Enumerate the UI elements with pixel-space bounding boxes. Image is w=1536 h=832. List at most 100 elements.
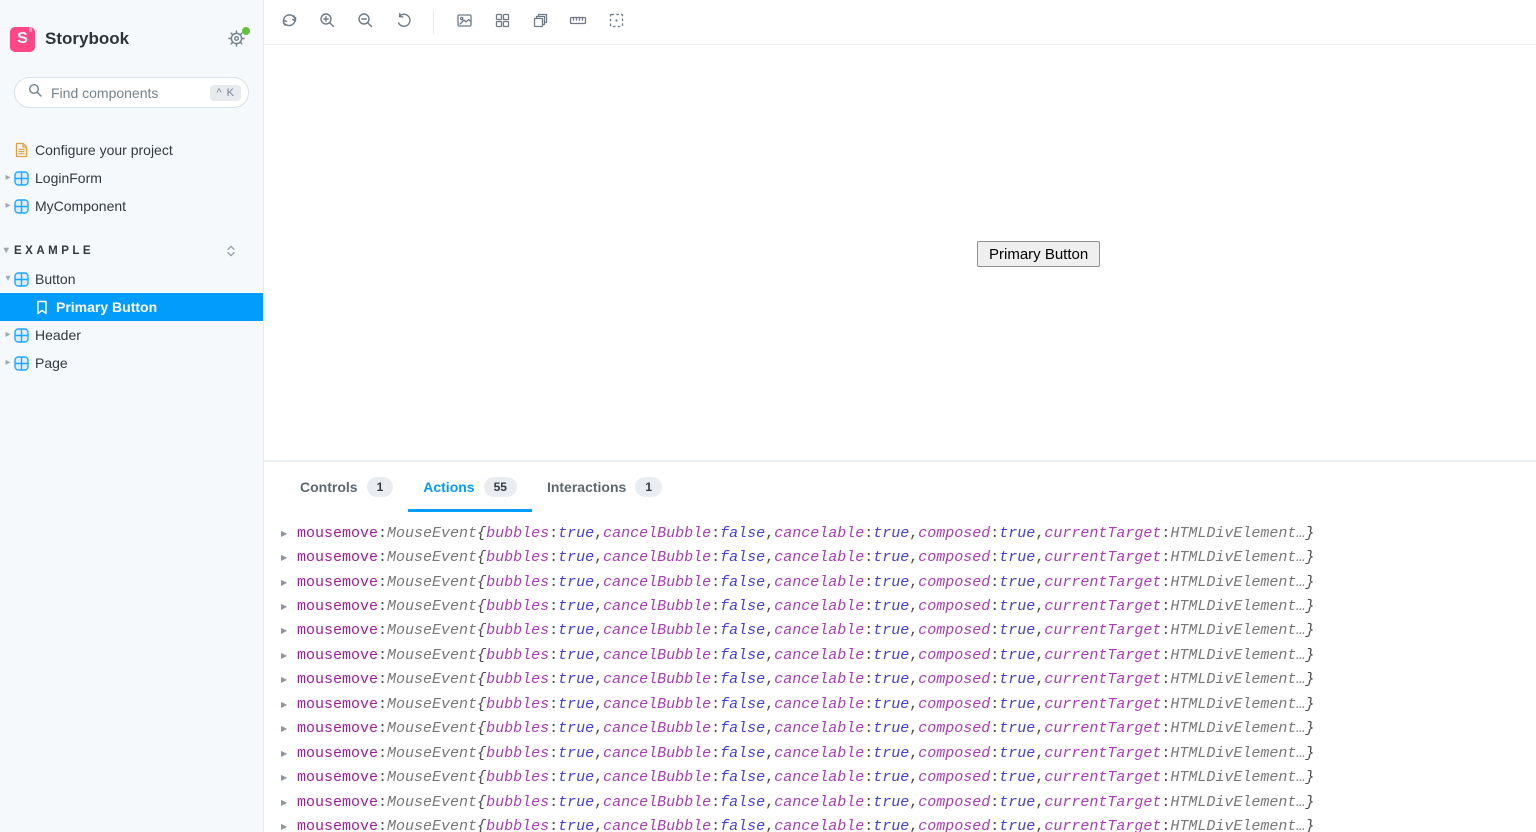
storybook-logo[interactable]: S [10, 26, 35, 52]
action-log-row[interactable]: ▶ mousemove: MouseEvent {bubbles: true, c… [281, 545, 1536, 569]
log-token-key: currentTarget [1044, 695, 1162, 713]
log-token-key: composed [918, 793, 991, 811]
log-token-key: cancelBubble [603, 769, 712, 787]
action-log-row[interactable]: ▶ mousemove: MouseEvent {bubbles: true, c… [281, 790, 1536, 814]
search-icon [28, 83, 42, 102]
action-log-row[interactable]: ▶ mousemove: MouseEvent {bubbles: true, c… [281, 741, 1536, 765]
action-log-row[interactable]: ▶ mousemove: MouseEvent {bubbles: true, c… [281, 765, 1536, 789]
sidebar-section-example[interactable]: ▾ EXAMPLE [0, 237, 263, 265]
settings-menu-button[interactable] [227, 27, 250, 49]
action-log-row[interactable]: ▶ mousemove: MouseEvent {bubbles: true, c… [281, 692, 1536, 716]
log-token-bool: true [873, 646, 910, 664]
action-log-row[interactable]: ▶ mousemove: MouseEvent {bubbles: true, c… [281, 814, 1536, 832]
log-token-punct: : [864, 695, 874, 713]
log-token-key: cancelable [774, 744, 865, 762]
log-token-key: cancelable [774, 720, 865, 738]
measure-button[interactable] [569, 14, 587, 30]
log-token-punct: , [909, 720, 919, 738]
log-token-punct: , [594, 720, 604, 738]
action-log-row[interactable]: ▶ mousemove: MouseEvent {bubbles: true, c… [281, 643, 1536, 667]
action-log-row[interactable]: ▶ mousemove: MouseEvent {bubbles: true, c… [281, 619, 1536, 643]
log-token-punct: , [594, 817, 604, 832]
sidebar-item-page[interactable]: ▸ Page [0, 349, 263, 377]
log-token-punct: , [909, 671, 919, 689]
log-token-punct: , [909, 524, 919, 542]
log-token-punct: : [549, 744, 559, 762]
log-token-bool: true [558, 524, 595, 542]
tab-controls[interactable]: Controls 1 [285, 462, 408, 512]
expand-triangle-icon[interactable]: ▶ [281, 675, 290, 684]
tab-interactions[interactable]: Interactions 1 [532, 462, 677, 512]
viewport-icon [532, 12, 549, 32]
grid-button[interactable] [494, 13, 510, 30]
log-token-punct: : [1161, 817, 1171, 832]
log-token-punct: : [990, 549, 1000, 567]
expand-triangle-icon[interactable]: ▶ [281, 626, 290, 635]
reset-zoom-button[interactable] [395, 12, 412, 32]
collapse-expand-all-icon[interactable] [225, 244, 237, 261]
brand-row: S Storybook [0, 26, 263, 52]
log-token-key: bubbles [486, 695, 550, 713]
outline-button[interactable] [608, 13, 624, 30]
log-token-key: cancelable [774, 646, 865, 664]
log-token-bool: true [873, 817, 910, 832]
background-button[interactable] [456, 14, 472, 30]
log-token-punct: : [711, 769, 721, 787]
action-log-row[interactable]: ▶ mousemove: MouseEvent {bubbles: true, c… [281, 668, 1536, 692]
log-token-key: cancelBubble [603, 646, 712, 664]
sidebar-item-mycomponent[interactable]: ▸ MyComponent [0, 192, 263, 220]
log-token-bool: true [999, 720, 1036, 738]
canvas-toolbar [264, 0, 1536, 45]
zoom-out-button[interactable] [357, 13, 373, 30]
log-token-punct: : [990, 598, 1000, 616]
log-token-punct: , [594, 671, 604, 689]
log-token-key: cancelable [774, 793, 865, 811]
log-token-punct: , [909, 817, 919, 832]
log-token-punct: , [1035, 671, 1045, 689]
primary-button-story[interactable]: Primary Button [977, 241, 1101, 267]
log-token-brace: { [477, 720, 487, 738]
log-token-name: mousemove [297, 695, 379, 713]
log-token-brace: } [1305, 622, 1315, 640]
expand-triangle-icon[interactable]: ▶ [281, 773, 290, 782]
log-token-object: HTMLDivElement… [1170, 817, 1306, 832]
reset-zoom-icon [395, 12, 412, 32]
expand-triangle-icon[interactable]: ▶ [281, 798, 290, 807]
action-log-row[interactable]: ▶ mousemove: MouseEvent {bubbles: true, c… [281, 594, 1536, 618]
expand-triangle-icon[interactable]: ▶ [281, 700, 290, 709]
remount-button[interactable] [281, 14, 297, 30]
expand-triangle-icon[interactable]: ▶ [281, 724, 290, 733]
action-log-row[interactable]: ▶ mousemove: MouseEvent {bubbles: true, c… [281, 570, 1536, 594]
log-token-brace: { [477, 769, 487, 787]
log-token-object: MouseEvent [387, 671, 478, 689]
expand-triangle-icon[interactable]: ▶ [281, 529, 290, 538]
sidebar-item-loginform[interactable]: ▸ LoginForm [0, 164, 263, 192]
sidebar-item-button[interactable]: ▾ Button [0, 265, 263, 293]
viewport-button[interactable] [532, 12, 549, 32]
expand-triangle-icon[interactable]: ▶ [281, 651, 290, 660]
action-log-row[interactable]: ▶ mousemove: MouseEvent {bubbles: true, c… [281, 521, 1536, 545]
expand-triangle-icon[interactable]: ▶ [281, 578, 290, 587]
log-token-key: bubbles [486, 793, 550, 811]
caret-down-icon: ▾ [5, 273, 11, 284]
log-token-key: cancelable [774, 622, 865, 640]
expand-triangle-icon[interactable]: ▶ [281, 602, 290, 611]
log-token-bool: true [999, 598, 1036, 616]
expand-triangle-icon[interactable]: ▶ [281, 553, 290, 562]
log-token-punct: : [549, 720, 559, 738]
sidebar-item-header[interactable]: ▸ Header [0, 321, 263, 349]
log-token-key: bubbles [486, 769, 550, 787]
zoom-in-button[interactable] [319, 13, 335, 30]
expand-triangle-icon[interactable]: ▶ [281, 822, 290, 831]
log-token-punct: : [711, 744, 721, 762]
component-icon [14, 198, 29, 214]
log-token-key: cancelBubble [603, 598, 712, 616]
log-token-punct: : [711, 549, 721, 567]
bookmark-icon [36, 300, 48, 315]
sidebar-item-primary-button[interactable]: Primary Button [0, 293, 263, 321]
search-input[interactable]: Find components ^ K [14, 77, 249, 108]
sidebar-item-configure-your-project[interactable]: Configure your project [0, 136, 263, 164]
expand-triangle-icon[interactable]: ▶ [281, 749, 290, 758]
tab-actions[interactable]: Actions 55 [408, 462, 532, 512]
action-log-row[interactable]: ▶ mousemove: MouseEvent {bubbles: true, c… [281, 717, 1536, 741]
